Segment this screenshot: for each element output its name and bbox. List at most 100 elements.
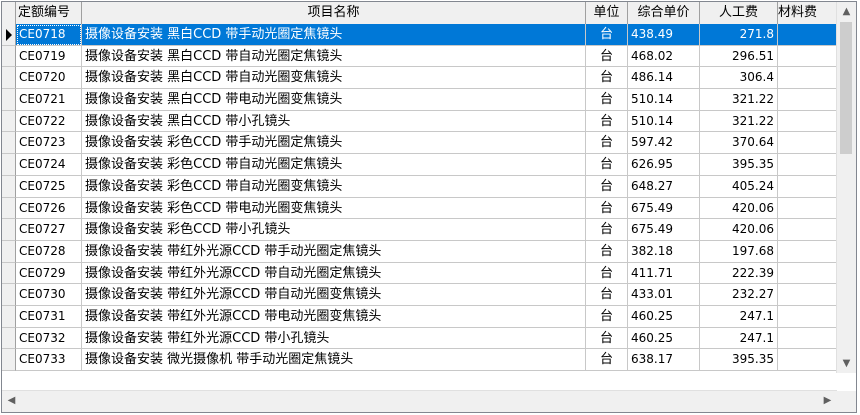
row-indicator-cell[interactable] — [2, 175, 16, 198]
header-price[interactable]: 综合单价 — [628, 2, 700, 24]
cell-material[interactable] — [778, 284, 837, 306]
header-unit[interactable]: 单位 — [586, 2, 628, 24]
cell-price[interactable]: 626.95 — [628, 154, 700, 176]
table-row[interactable]: CE0721 摄像设备安装 黑白CCD 带电动光圈变焦镜头台 510.14 321.2… — [2, 89, 837, 111]
cell-code[interactable]: CE0726 — [16, 197, 82, 220]
header-name[interactable]: 项目名称 — [82, 2, 586, 24]
cell-code[interactable]: CE0730 — [16, 284, 82, 306]
cell-price[interactable]: 433.01 — [628, 284, 700, 306]
cell-name[interactable]: 摄像设备安装 彩色CCD 带自动光圈定焦镜头 — [82, 154, 586, 176]
cell-price[interactable]: 486.14 — [628, 67, 700, 90]
row-indicator-cell[interactable] — [2, 262, 16, 285]
cell-price[interactable]: 597.42 — [628, 132, 700, 155]
cell-price[interactable]: 675.49 — [628, 219, 700, 241]
cell-name[interactable]: 摄像设备安装 带红外光源CCD 带电动光圈变焦镜头 — [82, 305, 586, 328]
table-row[interactable]: CE0726 摄像设备安装 彩色CCD 带电动光圈变焦镜头台 675.49 420.0… — [2, 197, 837, 220]
cell-material[interactable] — [778, 24, 837, 46]
cell-code[interactable]: CE0719 — [16, 45, 82, 68]
cell-code[interactable]: CE0724 — [16, 154, 82, 176]
cell-unit[interactable]: 台 — [586, 132, 628, 155]
row-indicator-cell[interactable] — [2, 132, 16, 155]
cell-material[interactable] — [778, 349, 837, 371]
header-labor[interactable]: 人工费 — [700, 2, 778, 24]
cell-labor[interactable]: 247.1 — [700, 305, 778, 328]
cell-unit[interactable]: 台 — [586, 89, 628, 111]
cell-name[interactable]: 摄像设备安装 带红外光源CCD 带小孔镜头 — [82, 327, 586, 350]
row-indicator-cell[interactable] — [2, 110, 16, 133]
cell-material[interactable] — [778, 67, 837, 90]
cell-labor[interactable]: 321.22 — [700, 89, 778, 111]
cell-name[interactable]: 摄像设备安装 彩色CCD 带自动光圈变焦镜头 — [82, 175, 586, 198]
horizontal-scroll-thumb[interactable] — [20, 395, 815, 407]
cell-price[interactable]: 382.18 — [628, 240, 700, 263]
scroll-left-button[interactable]: ◀ — [3, 392, 20, 409]
cell-name[interactable]: 摄像设备安装 黑白CCD 带电动光圈变焦镜头 — [82, 89, 586, 111]
cell-unit[interactable]: 台 — [586, 305, 628, 328]
scroll-down-button[interactable]: ▼ — [838, 355, 855, 372]
cell-labor[interactable]: 222.39 — [700, 262, 778, 285]
table-row[interactable]: CE0730 摄像设备安装 带红外光源CCD 带自动光圈变焦镜头台 433.01 23… — [2, 284, 837, 306]
cell-labor[interactable]: 395.35 — [700, 349, 778, 371]
cell-name[interactable]: 摄像设备安装 黑白CCD 带手动光圈定焦镜头 — [82, 24, 586, 46]
cell-name[interactable]: 摄像设备安装 带红外光源CCD 带自动光圈定焦镜头 — [82, 262, 586, 285]
table-row[interactable]: CE0731 摄像设备安装 带红外光源CCD 带电动光圈变焦镜头台 460.25 24… — [2, 305, 837, 328]
cell-code[interactable]: CE0728 — [16, 240, 82, 263]
cell-price[interactable]: 411.71 — [628, 262, 700, 285]
header-code[interactable]: 定额编号 — [16, 2, 82, 24]
cell-code[interactable]: CE0718 — [16, 24, 82, 46]
data-grid[interactable]: 定额编号 项目名称 单位 综合单价 人工费 材料费 CE0718 摄像设备安装 黑… — [1, 1, 857, 413]
cell-name[interactable]: 摄像设备安装 黑白CCD 带小孔镜头 — [82, 110, 586, 133]
cell-material[interactable] — [778, 110, 837, 133]
cell-unit[interactable]: 台 — [586, 284, 628, 306]
cell-unit[interactable]: 台 — [586, 197, 628, 220]
cell-price[interactable]: 510.14 — [628, 110, 700, 133]
cell-labor[interactable]: 370.64 — [700, 132, 778, 155]
cell-unit[interactable]: 台 — [586, 24, 628, 46]
cell-price[interactable]: 460.25 — [628, 305, 700, 328]
cell-code[interactable]: CE0725 — [16, 175, 82, 198]
horizontal-scrollbar[interactable]: ◀ ▶ — [2, 390, 837, 412]
scroll-right-button[interactable]: ▶ — [819, 392, 836, 409]
row-indicator-cell[interactable] — [2, 89, 16, 111]
cell-code[interactable]: CE0729 — [16, 262, 82, 285]
cell-material[interactable] — [778, 175, 837, 198]
cell-unit[interactable]: 台 — [586, 327, 628, 350]
table-row[interactable]: CE0733 摄像设备安装 微光摄像机 带手动光圈定焦镜头台 638.17 395.3… — [2, 349, 837, 371]
cell-name[interactable]: 摄像设备安装 黑白CCD 带自动光圈定焦镜头 — [82, 45, 586, 68]
cell-price[interactable]: 438.49 — [628, 24, 700, 46]
row-indicator-cell[interactable] — [2, 305, 16, 328]
cell-material[interactable] — [778, 89, 837, 111]
row-indicator-cell[interactable] — [2, 45, 16, 68]
cell-labor[interactable]: 232.27 — [700, 284, 778, 306]
cell-unit[interactable]: 台 — [586, 45, 628, 68]
cell-labor[interactable]: 405.24 — [700, 175, 778, 198]
cell-code[interactable]: CE0733 — [16, 349, 82, 371]
cell-code[interactable]: CE0731 — [16, 305, 82, 328]
cell-labor[interactable]: 296.51 — [700, 45, 778, 68]
cell-material[interactable] — [778, 197, 837, 220]
row-indicator-cell[interactable] — [2, 197, 16, 220]
table-row[interactable]: CE0729 摄像设备安装 带红外光源CCD 带自动光圈定焦镜头台 411.71 22… — [2, 262, 837, 285]
table-row[interactable]: CE0722 摄像设备安装 黑白CCD 带小孔镜头台 510.14 321.22 — [2, 110, 837, 133]
cell-price[interactable]: 460.25 — [628, 327, 700, 350]
cell-labor[interactable]: 306.4 — [700, 67, 778, 90]
cell-name[interactable]: 摄像设备安装 彩色CCD 带手动光圈定焦镜头 — [82, 132, 586, 155]
cell-price[interactable]: 468.02 — [628, 45, 700, 68]
cell-code[interactable]: CE0722 — [16, 110, 82, 133]
cell-name[interactable]: 摄像设备安装 彩色CCD 带小孔镜头 — [82, 219, 586, 241]
cell-code[interactable]: CE0720 — [16, 67, 82, 90]
cell-labor[interactable]: 420.06 — [700, 219, 778, 241]
cell-unit[interactable]: 台 — [586, 67, 628, 90]
cell-material[interactable] — [778, 219, 837, 241]
cell-labor[interactable]: 395.35 — [700, 154, 778, 176]
row-indicator-cell[interactable] — [2, 154, 16, 176]
cell-material[interactable] — [778, 45, 837, 68]
row-indicator-cell[interactable] — [2, 24, 16, 46]
row-indicator-cell[interactable] — [2, 240, 16, 263]
cell-material[interactable] — [778, 240, 837, 263]
table-row[interactable]: CE0725 摄像设备安装 彩色CCD 带自动光圈变焦镜头台 648.27 405.2… — [2, 175, 837, 198]
vertical-scrollbar[interactable]: ▲ ▼ — [836, 2, 856, 373]
cell-unit[interactable]: 台 — [586, 110, 628, 133]
table-row[interactable]: CE0724 摄像设备安装 彩色CCD 带自动光圈定焦镜头台 626.95 395.3… — [2, 154, 837, 176]
row-indicator-cell[interactable] — [2, 67, 16, 90]
